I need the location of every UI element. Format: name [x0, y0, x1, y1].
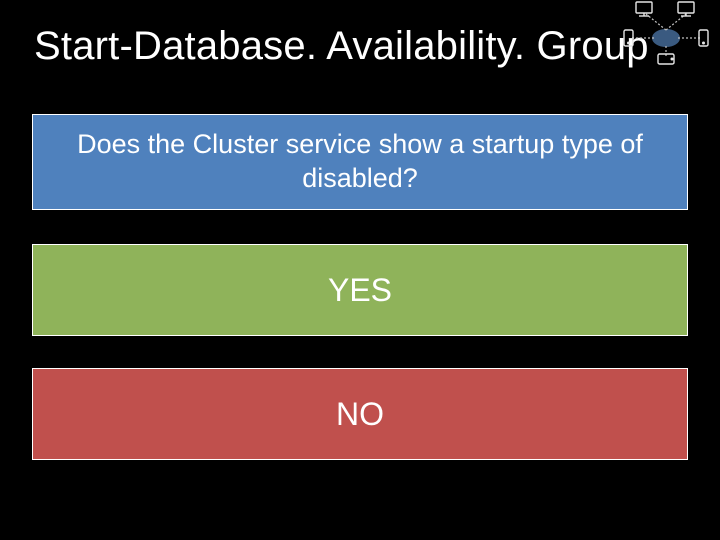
question-text: Does the Cluster service show a startup …	[51, 128, 669, 196]
answer-yes-button[interactable]: YES	[32, 244, 688, 336]
slide-title: Start-Database. Availability. Group	[34, 24, 660, 69]
answer-no-button[interactable]: NO	[32, 368, 688, 460]
question-box: Does the Cluster service show a startup …	[32, 114, 688, 210]
slide: Start-Database. Availability. Group	[0, 0, 720, 540]
answer-yes-label: YES	[328, 272, 392, 309]
answer-no-label: NO	[336, 396, 384, 433]
network-topology-icon	[622, 0, 710, 66]
